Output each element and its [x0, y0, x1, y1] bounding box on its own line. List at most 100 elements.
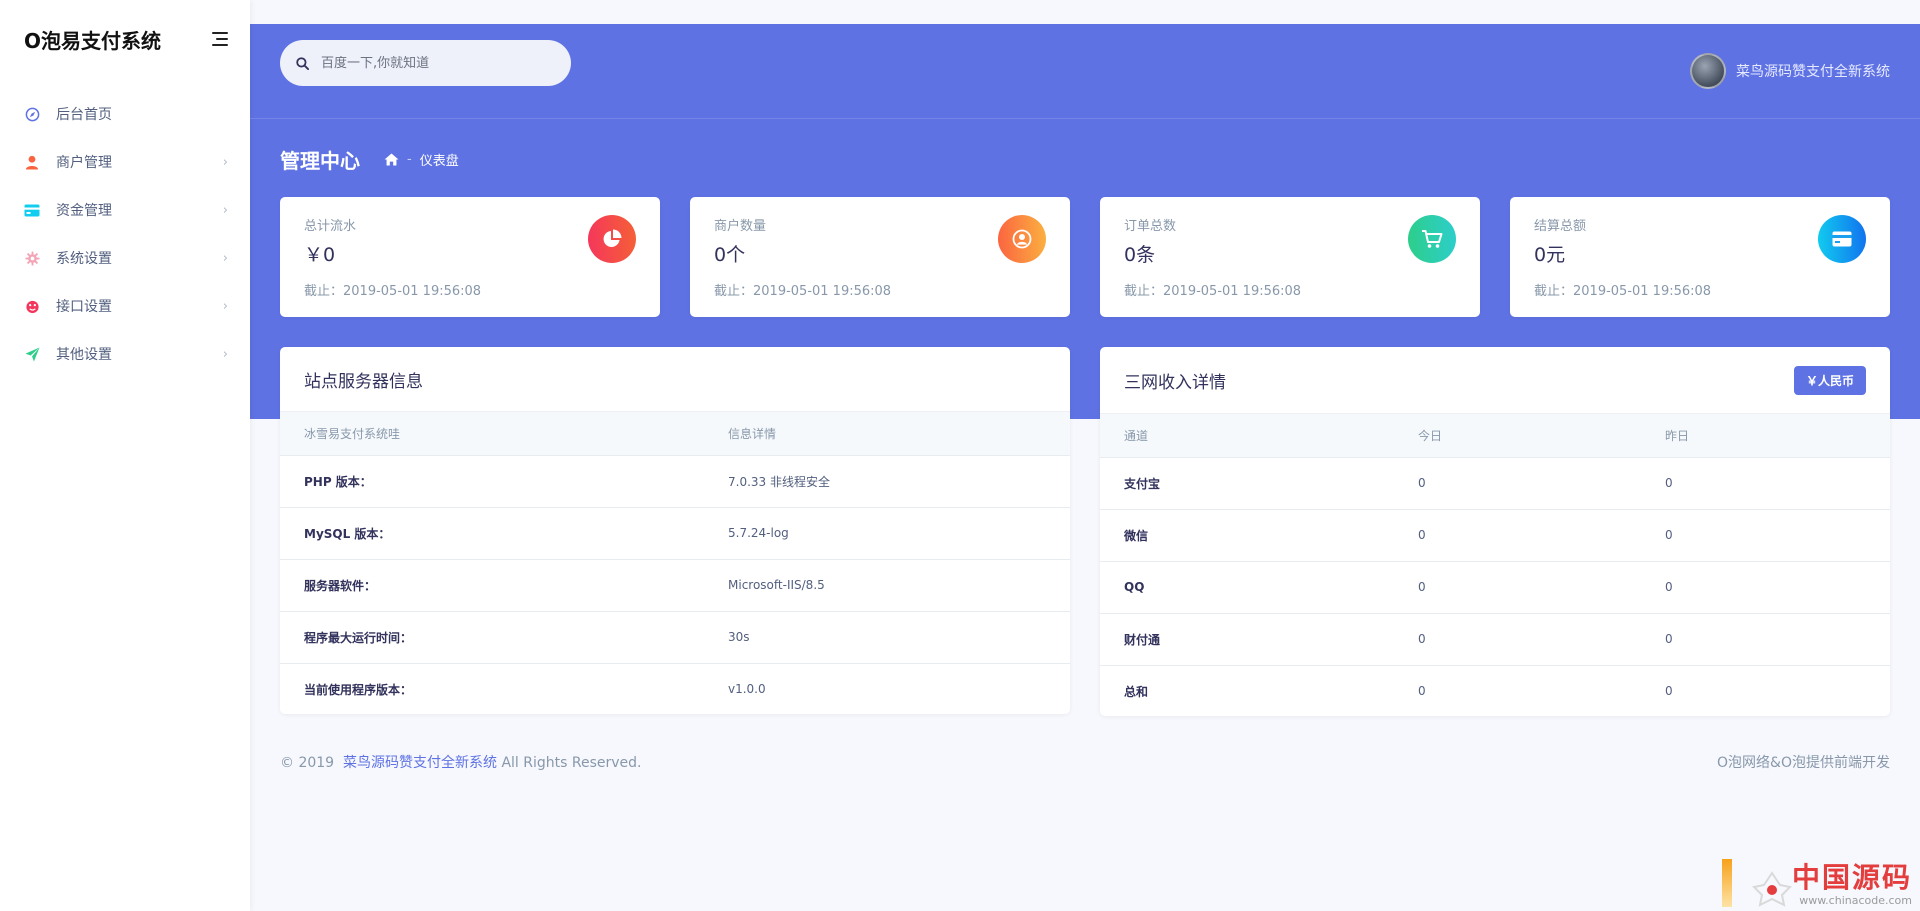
watermark: 中国源码 www.chinacode.com	[1721, 859, 1912, 908]
chevron-right-icon: ›	[222, 346, 228, 362]
income-panel: 三网收入详情 ￥人民币 通道 今日 昨日 支付宝 0 0 微信 0 0 QQ 0…	[1100, 347, 1890, 716]
stat-card-settlement: 结算总额 0元 截止：2019-05-01 19:56:08	[1510, 197, 1890, 317]
brand-bar: O泡易支付系统	[0, 0, 250, 78]
footer-credit: O泡网络&O泡提供前端开发	[1717, 755, 1890, 771]
table-row: 支付宝 0 0	[1100, 457, 1890, 510]
stat-value: 0元	[1534, 244, 1566, 266]
income-table: 通道 今日 昨日 支付宝 0 0 微信 0 0 QQ 0 0 财付通 0 0 总…	[1100, 414, 1890, 716]
yesterday-value: 0	[1665, 684, 1673, 699]
yesterday-value: 0	[1641, 457, 1890, 510]
sidebar-item-other-settings[interactable]: 其他设置 ›	[0, 330, 250, 378]
server-info-table: 冰雪易支付系统哇 信息详情 PHP 版本： 7.0.33 非线程安全 MySQL…	[280, 412, 1070, 714]
currency-badge[interactable]: ￥人民币	[1793, 365, 1866, 395]
sidebar-nav: 后台首页 商户管理 › 资金管理 › 系统设置 › 接口设置 › 其他设置 ›	[0, 90, 250, 378]
row-label: MySQL 版本：	[280, 507, 704, 560]
plug-icon	[24, 298, 40, 314]
panel-header: 三网收入详情 ￥人民币	[1100, 347, 1890, 414]
copyright-suffix: All Rights Reserved.	[501, 755, 642, 771]
stat-time: 截止：2019-05-01 19:56:08	[1124, 284, 1302, 299]
channel-name: 支付宝	[1100, 457, 1394, 510]
stat-time: 截止：2019-05-01 19:56:08	[304, 284, 482, 299]
row-label: PHP 版本：	[280, 455, 704, 508]
sidebar-item-home[interactable]: 后台首页	[0, 90, 250, 138]
yesterday-value: 0	[1641, 561, 1890, 614]
sidebar-item-interface-settings[interactable]: 接口设置 ›	[0, 282, 250, 330]
footer-link[interactable]: 菜鸟源码赞支付全新系统	[343, 755, 497, 771]
user-menu[interactable]: 菜鸟源码赞支付全新系统	[1690, 53, 1890, 89]
gear-icon	[24, 250, 40, 266]
table-row: 服务器软件： Microsoft-IIS/8.5	[280, 559, 1070, 612]
column-header: 今日	[1394, 414, 1641, 458]
stat-value: 0条	[1124, 244, 1156, 266]
table-row: 当前使用程序版本： v1.0.0	[280, 663, 1070, 714]
channel-name: 微信	[1100, 509, 1394, 562]
row-label: 服务器软件：	[280, 559, 704, 612]
server-info-panel: 站点服务器信息 冰雪易支付系统哇 信息详情 PHP 版本： 7.0.33 非线程…	[280, 347, 1070, 714]
stat-label: 结算总额	[1534, 219, 1587, 234]
column-header: 冰雪易支付系统哇	[280, 412, 704, 456]
column-header: 信息详情	[704, 412, 1070, 456]
panel-title: 站点服务器信息	[304, 371, 423, 392]
cart-icon	[1408, 215, 1456, 263]
table-row: 财付通 0 0	[1100, 613, 1890, 666]
sidebar-item-system-settings[interactable]: 系统设置 ›	[0, 234, 250, 282]
pie-chart-icon	[588, 215, 636, 263]
sidebar: O泡易支付系统 后台首页 商户管理 › 资金管理 › 系统设置 › 接口设置 ›…	[0, 0, 250, 911]
panel-header: 站点服务器信息	[280, 347, 1070, 412]
card-icon	[1818, 215, 1866, 263]
sidebar-item-funds[interactable]: 资金管理 ›	[0, 186, 250, 234]
stat-value: 0个	[714, 244, 746, 266]
menu-toggle-icon[interactable]	[210, 32, 228, 46]
watermark-url: www.chinacode.com	[1799, 894, 1912, 907]
stat-value: ￥0	[304, 244, 336, 266]
top-navbar: 菜鸟源码赞支付全新系统	[250, 24, 1920, 119]
table-header-row: 冰雪易支付系统哇 信息详情	[280, 412, 1070, 456]
stat-time: 截止：2019-05-01 19:56:08	[714, 284, 892, 299]
page-header: 管理中心 - 仪表盘	[280, 145, 459, 174]
user-icon	[24, 154, 40, 170]
user-name[interactable]: 菜鸟源码赞支付全新系统	[1736, 61, 1890, 81]
watermark-text: 中国源码 www.chinacode.com	[1792, 862, 1912, 908]
paper-plane-icon	[24, 346, 40, 362]
sidebar-item-label: 系统设置	[56, 251, 112, 267]
stat-label: 总计流水	[304, 219, 357, 234]
channel-name: 财付通	[1100, 613, 1394, 666]
main-content: 菜鸟源码赞支付全新系统 管理中心 - 仪表盘 总计流水 ￥0 截止：2019-0…	[250, 0, 1920, 911]
table-row: 程序最大运行时间： 30s	[280, 611, 1070, 664]
sidebar-item-label: 商户管理	[56, 155, 112, 171]
chevron-right-icon: ›	[222, 202, 228, 218]
table-row: 总和 0 0	[1100, 665, 1890, 716]
search-box[interactable]	[280, 40, 571, 86]
row-value: 7.0.33 非线程安全	[704, 455, 1070, 508]
breadcrumb: - 仪表盘	[384, 150, 459, 169]
table-row: QQ 0 0	[1100, 561, 1890, 614]
sidebar-item-label: 资金管理	[56, 203, 112, 219]
row-value: Microsoft-IIS/8.5	[704, 559, 1070, 612]
copyright-prefix: © 2019	[280, 755, 335, 771]
breadcrumb-current[interactable]: 仪表盘	[420, 150, 459, 169]
home-icon[interactable]	[384, 153, 399, 166]
today-value: 0	[1394, 561, 1641, 614]
avatar[interactable]	[1690, 53, 1726, 89]
chevron-right-icon: ›	[222, 154, 228, 170]
today-value: 0	[1418, 684, 1426, 699]
stat-card-total-flow: 总计流水 ￥0 截止：2019-05-01 19:56:08	[280, 197, 660, 317]
chevron-right-icon: ›	[222, 298, 228, 314]
table-row: MySQL 版本： 5.7.24-log	[280, 507, 1070, 560]
sidebar-item-merchant[interactable]: 商户管理 ›	[0, 138, 250, 186]
brand-name[interactable]: O泡易支付系统	[24, 25, 161, 54]
footer: © 2019 菜鸟源码赞支付全新系统 All Rights Reserved. …	[280, 752, 1890, 772]
today-value: 0	[1394, 509, 1641, 562]
table-header-row: 通道 今日 昨日	[1100, 414, 1890, 458]
column-header: 昨日	[1641, 414, 1890, 458]
credit-card-icon	[24, 202, 40, 218]
watermark-logo-icon	[1751, 871, 1792, 907]
stat-time: 截止：2019-05-01 19:56:08	[1534, 284, 1712, 299]
breadcrumb-separator: -	[407, 152, 412, 167]
table-row: PHP 版本： 7.0.33 非线程安全	[280, 455, 1070, 508]
compass-icon	[24, 106, 40, 122]
stat-card-merchants: 商户数量 0个 截止：2019-05-01 19:56:08	[690, 197, 1070, 317]
search-input[interactable]	[321, 55, 541, 71]
row-value: 5.7.24-log	[704, 507, 1070, 560]
chevron-right-icon: ›	[222, 250, 228, 266]
